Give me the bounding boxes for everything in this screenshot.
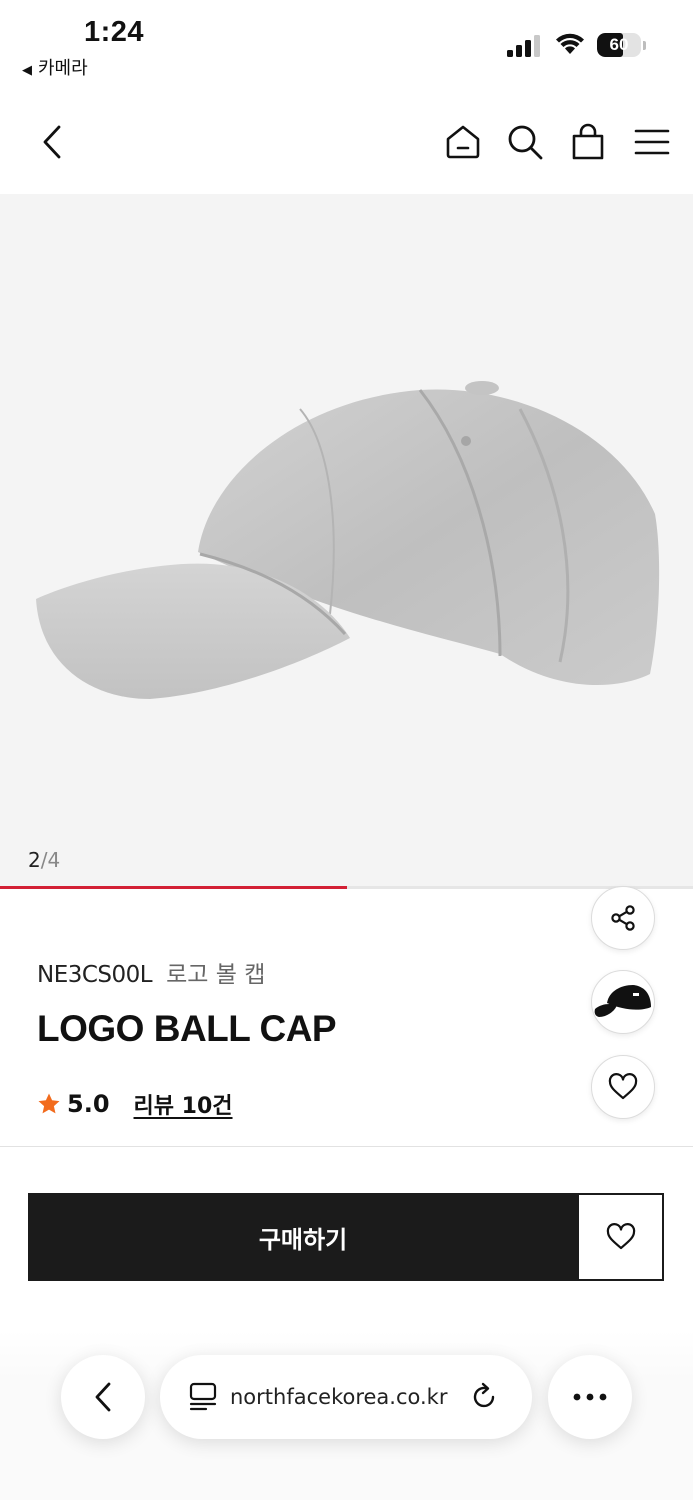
shopping-bag-icon (572, 123, 604, 160)
cap-product-image (36, 381, 660, 699)
wishlist-button[interactable] (577, 1193, 664, 1281)
total-images: /4 (40, 848, 61, 872)
section-divider (0, 1146, 693, 1147)
search-icon (508, 125, 543, 160)
product-code-line: NE3CS00L 로고 볼 캡 (37, 955, 265, 989)
search-button[interactable] (503, 120, 547, 164)
back-button[interactable] (30, 120, 74, 164)
cellular-signal-icon (507, 35, 540, 57)
rating-summary: 5.0 리뷰 10건 (37, 1088, 233, 1120)
star-icon (38, 1093, 60, 1114)
battery-indicator: 60 (597, 33, 647, 59)
black-cap-thumbnail-icon (594, 985, 651, 1017)
product-korean-name: 로고 볼 캡 (166, 962, 266, 988)
product-image-gallery[interactable]: 2/4 (0, 194, 693, 889)
gallery-progress-bar (0, 886, 693, 889)
heart-icon (606, 1223, 635, 1250)
product-title: LOGO BALL CAP (37, 1008, 337, 1049)
reader-tabs-icon (189, 1382, 217, 1411)
back-chevron-icon (95, 1382, 111, 1412)
home-icon (446, 125, 480, 159)
menu-button[interactable] (630, 120, 674, 164)
image-pager: 2/4 (28, 848, 60, 872)
reload-icon[interactable] (469, 1382, 499, 1412)
status-bar: 1:24 ◀ 카메라 60 (0, 0, 693, 90)
wishlist-round-button[interactable] (591, 1055, 655, 1119)
cart-button[interactable] (566, 120, 610, 164)
menu-icon (634, 129, 670, 155)
color-swatch-black-cap[interactable] (591, 970, 655, 1034)
home-button[interactable] (441, 120, 485, 164)
address-bar[interactable]: northfacekorea.co.kr (160, 1355, 532, 1439)
share-icon (611, 905, 635, 931)
battery-percent: 60 (609, 35, 629, 54)
rating-score: 5.0 (67, 1090, 110, 1118)
browser-more-button[interactable] (548, 1355, 632, 1439)
heart-icon (608, 1073, 638, 1100)
buy-button[interactable]: 구매하기 (28, 1193, 578, 1281)
browser-back-button[interactable] (61, 1355, 145, 1439)
product-code: NE3CS00L (37, 962, 153, 988)
more-dots-icon (573, 1393, 607, 1401)
url-text: northfacekorea.co.kr (230, 1385, 448, 1409)
current-image-index: 2 (28, 848, 41, 872)
reviews-link[interactable]: 리뷰 10건 (134, 1088, 233, 1120)
back-to-camera-link[interactable]: ◀ 카메라 (22, 54, 88, 80)
top-navigation (0, 100, 693, 192)
back-triangle-icon: ◀ (22, 63, 32, 78)
wifi-icon (556, 33, 584, 54)
share-button[interactable] (591, 886, 655, 950)
back-chevron-icon (43, 125, 61, 159)
back-app-label: 카메라 (38, 58, 88, 79)
clock: 1:24 (84, 16, 145, 48)
gallery-progress-fill (0, 886, 347, 889)
